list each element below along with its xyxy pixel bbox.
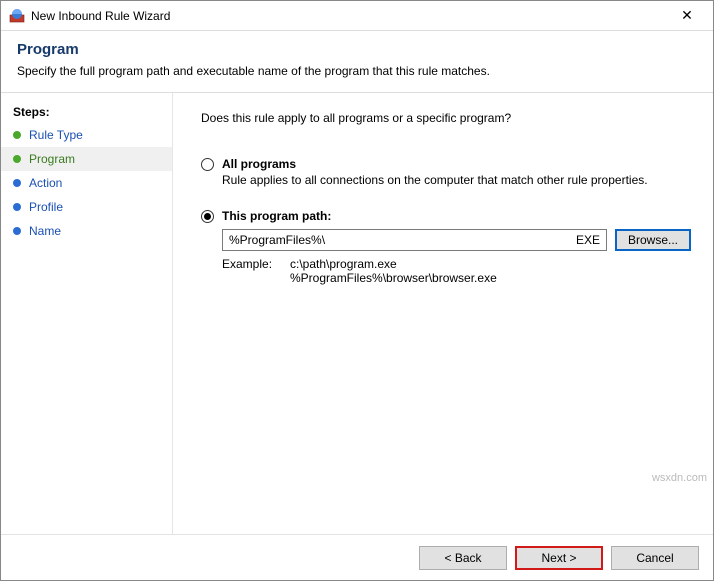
window-title: New Inbound Rule Wizard xyxy=(31,9,667,23)
wizard-window: New Inbound Rule Wizard ✕ Program Specif… xyxy=(0,0,714,581)
next-button[interactable]: Next > xyxy=(515,546,603,570)
example-row: Example: c:\path\program.exe %ProgramFil… xyxy=(222,257,691,285)
radio-icon[interactable] xyxy=(201,210,214,223)
step-profile[interactable]: Profile xyxy=(1,195,172,219)
cancel-button[interactable]: Cancel xyxy=(611,546,699,570)
path-value: %ProgramFiles%\ xyxy=(229,233,325,247)
wizard-footer: < Back Next > Cancel xyxy=(1,534,713,580)
option-label: All programs xyxy=(222,157,296,171)
step-label: Name xyxy=(29,224,61,238)
steps-title: Steps: xyxy=(1,101,172,123)
wizard-body: Steps: Rule Type Program Action Profile … xyxy=(1,93,713,534)
bullet-icon xyxy=(13,203,21,211)
step-rule-type[interactable]: Rule Type xyxy=(1,123,172,147)
close-icon[interactable]: ✕ xyxy=(667,2,707,30)
step-action[interactable]: Action xyxy=(1,171,172,195)
titlebar: New Inbound Rule Wizard ✕ xyxy=(1,1,713,31)
step-label: Rule Type xyxy=(29,128,83,142)
back-button[interactable]: < Back xyxy=(419,546,507,570)
question-text: Does this rule apply to all programs or … xyxy=(201,111,691,125)
step-program[interactable]: Program xyxy=(1,147,172,171)
radio-icon[interactable] xyxy=(201,158,214,171)
wizard-header: Program Specify the full program path an… xyxy=(1,31,713,93)
steps-sidebar: Steps: Rule Type Program Action Profile … xyxy=(1,93,173,534)
option-all-desc: Rule applies to all connections on the c… xyxy=(222,173,691,187)
step-label: Profile xyxy=(29,200,63,214)
step-name[interactable]: Name xyxy=(1,219,172,243)
bullet-icon xyxy=(13,227,21,235)
bullet-icon xyxy=(13,155,21,163)
bullet-icon xyxy=(13,131,21,139)
path-ext: EXE xyxy=(576,233,600,247)
program-path-input[interactable]: %ProgramFiles%\ EXE xyxy=(222,229,607,251)
program-path-row: %ProgramFiles%\ EXE Browse... xyxy=(222,229,691,251)
option-this-program-path[interactable]: This program path: xyxy=(201,209,691,223)
watermark: wsxdn.com xyxy=(652,472,707,484)
wizard-content: Does this rule apply to all programs or … xyxy=(173,93,713,534)
page-subtitle: Specify the full program path and execut… xyxy=(17,64,697,78)
step-label: Action xyxy=(29,176,62,190)
step-label: Program xyxy=(29,152,75,166)
browse-button[interactable]: Browse... xyxy=(615,229,691,251)
page-heading: Program xyxy=(17,41,697,58)
option-all-programs[interactable]: All programs xyxy=(201,157,691,171)
example-label: Example: xyxy=(222,257,290,285)
firewall-icon xyxy=(9,8,25,24)
bullet-icon xyxy=(13,179,21,187)
option-label: This program path: xyxy=(222,209,331,223)
example-value: c:\path\program.exe %ProgramFiles%\brows… xyxy=(290,257,497,285)
